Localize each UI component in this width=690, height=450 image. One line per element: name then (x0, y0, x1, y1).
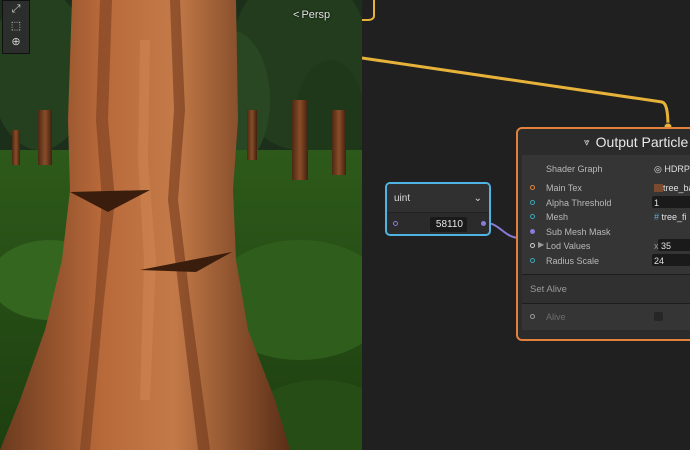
sub-mesh-mask-port[interactable] (530, 228, 535, 234)
uint-node-header: uint ⌄ (387, 184, 489, 213)
uint-value-field[interactable]: 58110 (430, 217, 467, 232)
property-alpha-threshold: Alpha Threshold 1 (522, 195, 690, 211)
shader-icon: ◎ (654, 164, 662, 174)
radius-scale-field[interactable]: 24 (654, 256, 664, 266)
property-radius-scale: Radius Scale 24 (522, 253, 690, 269)
alpha-threshold-field[interactable]: 1 (654, 198, 659, 208)
main-tex-port[interactable] (530, 185, 535, 190)
flow-edge-top (362, 0, 375, 21)
vfx-graph-canvas[interactable]: uint ⌄ 58110 ⩔ Output Particle Shader Gr… (362, 0, 690, 450)
shader-graph-field[interactable]: ◎ HDRPV (654, 164, 690, 175)
alive-checkbox[interactable] (654, 312, 663, 321)
set-alive-label: Set Alive (530, 283, 567, 295)
output-particle-node[interactable]: ⩔ Output Particle Shader Graph ◎ HDRPV M… (516, 127, 690, 341)
main-tex-field[interactable]: tree_ba (654, 183, 690, 193)
output-node-header: ⩔ Output Particle (518, 129, 690, 155)
texture-icon (654, 184, 663, 192)
chevron-left-icon: < (293, 9, 300, 21)
property-mesh: Mesh # tree_fi (522, 210, 690, 225)
uint-input-port[interactable] (393, 221, 398, 226)
mesh-icon: # (654, 212, 660, 222)
property-shader-graph: Shader Graph ◎ HDRPV (522, 155, 690, 181)
alpha-threshold-port[interactable] (530, 199, 535, 205)
property-sub-mesh-mask: Sub Mesh Mask (522, 225, 690, 240)
property-alive: Alive (522, 304, 690, 330)
projection-label: Persp (301, 9, 331, 21)
mesh-field[interactable]: # tree_fi (654, 212, 687, 222)
rect-tool-icon[interactable]: ⬚ (3, 17, 29, 33)
expand-triangle-icon[interactable]: ▶ (538, 240, 544, 249)
property-lod-values: ▶ Lod Values x 35 (522, 239, 690, 254)
mesh-port[interactable] (530, 214, 535, 219)
uint-output-port[interactable] (481, 221, 486, 226)
property-main-tex: Main Tex tree_ba (522, 181, 690, 196)
scene-tools-panel: ⤢ ⬚ ⊕ (2, 0, 30, 54)
scene-viewport[interactable]: ⤢ ⬚ ⊕ < Persp (0, 0, 362, 450)
flow-edge (362, 56, 670, 128)
set-alive-block[interactable]: Set Alive (522, 274, 690, 304)
uint-node[interactable]: uint ⌄ 58110 (385, 182, 491, 236)
forest-scene-image (0, 0, 362, 450)
uint-node-title: uint (394, 192, 411, 204)
output-node-title: Output Particle (595, 134, 689, 150)
transform-tool-icon[interactable]: ⊕ (3, 33, 29, 49)
lod-values-field[interactable]: x 35 (654, 241, 671, 251)
output-properties: Shader Graph ◎ HDRPV Main Tex tree_ba Al… (522, 155, 690, 330)
particle-icon: ⩔ (584, 136, 590, 148)
move-tool-icon[interactable]: ⤢ (3, 1, 29, 17)
lod-values-port[interactable] (530, 243, 535, 248)
projection-toggle[interactable]: < Persp (293, 9, 330, 21)
alive-port[interactable] (530, 314, 535, 319)
chevron-down-icon[interactable]: ⌄ (474, 193, 482, 204)
value-link (485, 222, 521, 239)
alive-label: Alive (546, 312, 566, 322)
radius-scale-port[interactable] (530, 257, 535, 263)
